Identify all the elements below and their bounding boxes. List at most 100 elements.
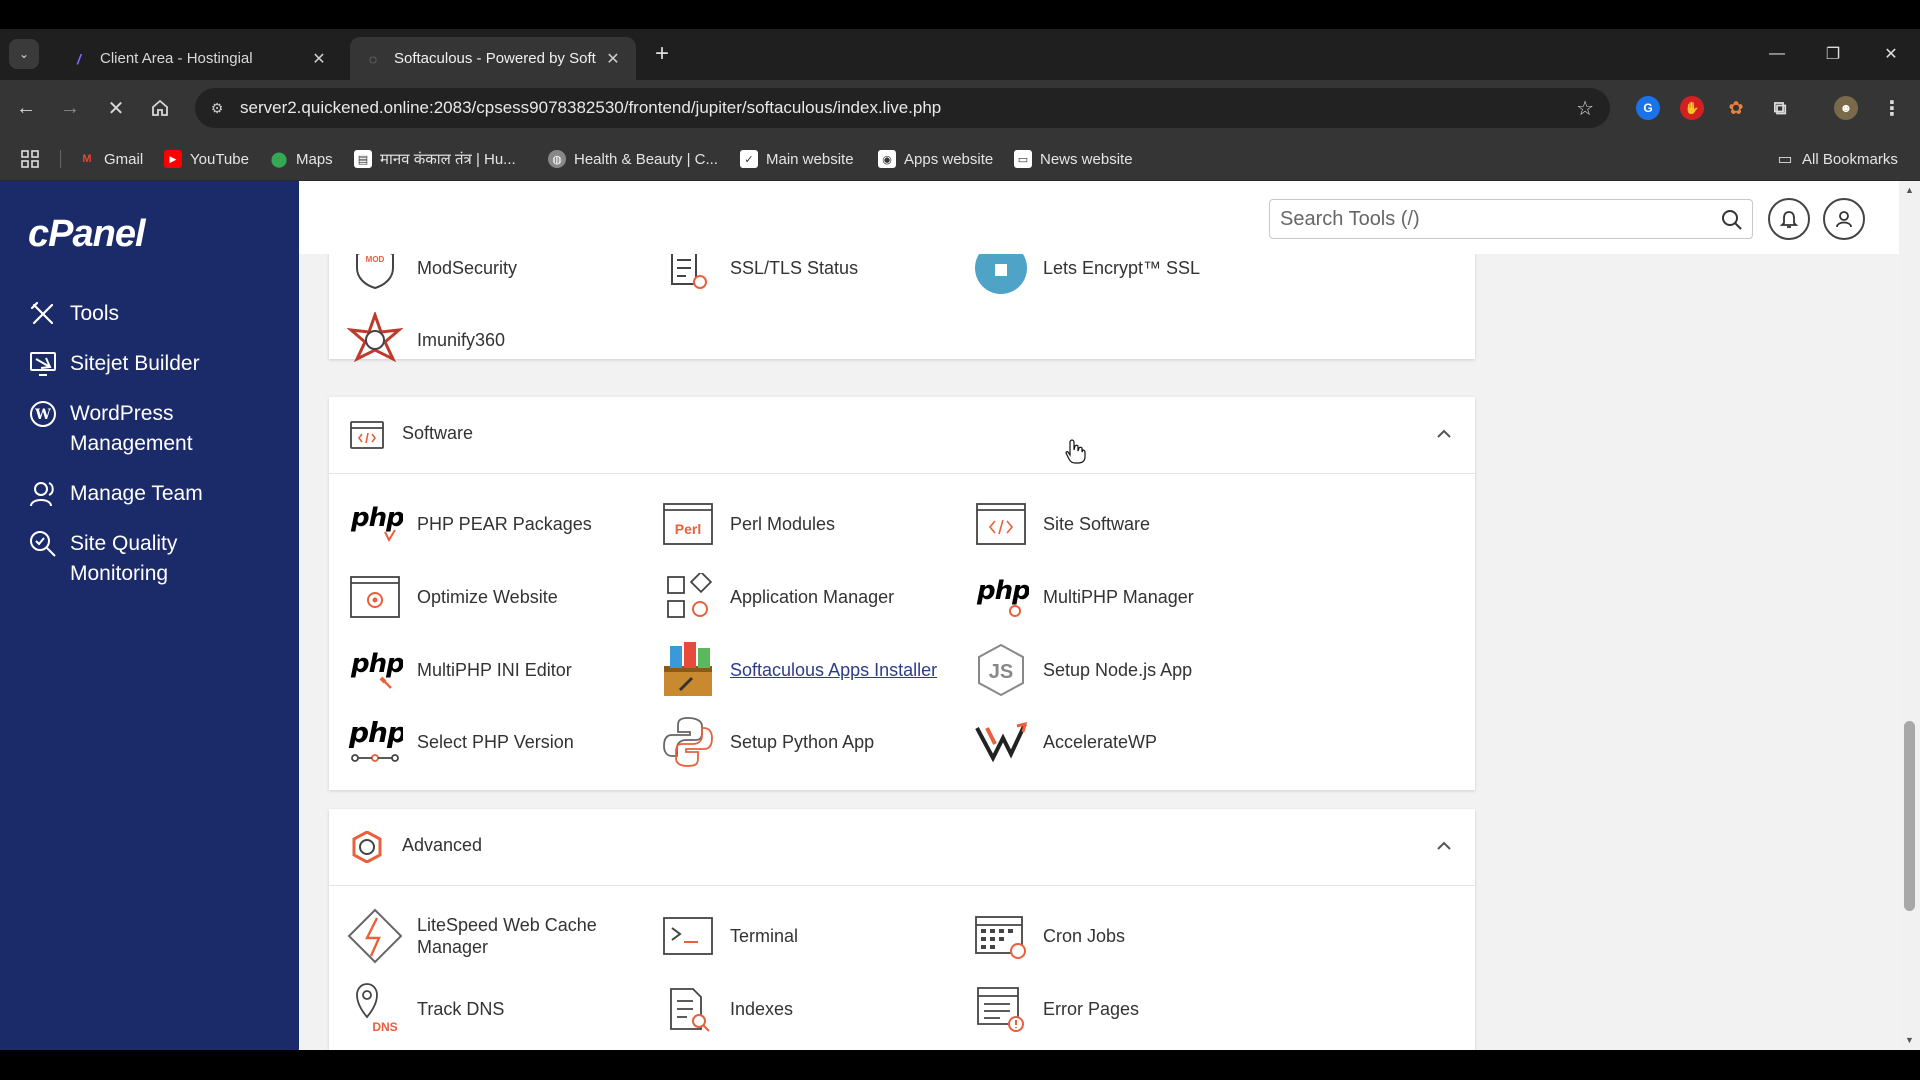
bookmark-health-beauty[interactable]: ◍ Health & Beauty | C... xyxy=(548,148,718,170)
tool-label: ModSecurity xyxy=(417,258,518,278)
tool-litespeed[interactable]: LiteSpeed Web Cache Manager xyxy=(345,905,627,967)
gmail-icon: M xyxy=(82,153,92,165)
new-tab-button[interactable]: + xyxy=(650,42,674,67)
tool-php-pear[interactable]: php PHP PEAR Packages xyxy=(345,493,627,555)
bookmark-main-website[interactable]: ✓ Main website xyxy=(740,148,854,170)
tab-title: Client Area - Hostingial xyxy=(100,50,253,67)
youtube-icon: ▶ xyxy=(164,150,182,168)
bookmark-hindi-page[interactable]: ▤ मानव कंकाल तंत्र | Hu... xyxy=(354,148,516,170)
tool-label: Application Manager xyxy=(730,587,895,607)
advanced-section-header[interactable]: Advanced xyxy=(329,809,1475,886)
tool-site-software[interactable]: Site Software xyxy=(971,493,1253,555)
cpanel-page: cPanel Tools Sitejet Builder W WordPress… xyxy=(0,181,1920,1050)
browser-toolbar: ← → ✕ ⚙ server2.quickened.online:2083/cp… xyxy=(0,80,1920,137)
svg-text:php: php xyxy=(348,716,403,749)
sitejet-icon xyxy=(30,352,56,376)
minimize-icon[interactable]: — xyxy=(1762,39,1792,69)
php-pear-icon: php xyxy=(345,494,405,554)
tool-cron-jobs[interactable]: Cron Jobs xyxy=(971,905,1253,967)
stop-loading-icon[interactable]: ✕ xyxy=(102,94,130,122)
tool-select-php-version[interactable]: php Select PHP Version xyxy=(345,711,627,773)
section-title: Software xyxy=(402,423,474,443)
chevron-up-icon[interactable] xyxy=(1435,837,1453,855)
extensions-puzzle-icon[interactable]: ⧉ xyxy=(1768,96,1792,120)
multiphp-manager-icon: php xyxy=(971,567,1031,627)
team-icon xyxy=(30,482,54,507)
extension-adblock-icon[interactable]: ✋ xyxy=(1680,96,1704,120)
scroll-down-icon[interactable]: ▼ xyxy=(1905,1035,1914,1045)
site-info-icon[interactable]: ⚙ xyxy=(207,98,227,118)
address-bar[interactable]: ⚙ server2.quickened.online:2083/cpsess90… xyxy=(195,88,1610,128)
extension-cookie-icon[interactable]: ✿ xyxy=(1724,96,1748,120)
sidebar-item-sitejet[interactable]: Sitejet Builder xyxy=(28,349,280,379)
search-icon[interactable] xyxy=(1720,208,1744,232)
softaculous-icon xyxy=(658,640,718,700)
page-scrollbar[interactable]: ▲ ▼ xyxy=(1899,181,1920,1050)
tool-application-manager[interactable]: Application Manager xyxy=(658,566,940,628)
tool-optimize-website[interactable]: Optimize Website xyxy=(345,566,627,628)
bookmark-apps-website[interactable]: ◉ Apps website xyxy=(878,148,993,170)
tool-label: Lets Encrypt™ SSL xyxy=(1043,258,1201,278)
profile-avatar[interactable]: ☻ xyxy=(1834,96,1858,120)
bookmark-label: Maps xyxy=(296,150,333,168)
restore-icon[interactable]: ❐ xyxy=(1818,39,1848,69)
tool-acceleratewp[interactable]: AccelerateWP xyxy=(971,711,1253,773)
bookmark-label: Health & Beauty | C... xyxy=(574,150,718,168)
apps-grid-icon[interactable] xyxy=(20,148,40,170)
screen: ⌄ / Client Area - Hostingial ✕ ◌ Softacu… xyxy=(0,0,1920,1080)
bookmark-news-website[interactable]: ▭ News website xyxy=(1014,148,1133,170)
tool-multiphp-manager[interactable]: php MultiPHP Manager xyxy=(971,566,1253,628)
forward-icon[interactable]: → xyxy=(56,94,84,122)
section-title: Advanced xyxy=(402,835,483,855)
tool-indexes[interactable]: Indexes xyxy=(658,978,940,1040)
tool-error-pages[interactable]: Error Pages xyxy=(971,978,1253,1040)
scroll-up-icon[interactable]: ▲ xyxy=(1905,185,1914,195)
bookmark-label: Gmail xyxy=(104,150,144,168)
url-text: server2.quickened.online:2083/cpsess9078… xyxy=(240,98,942,117)
tab-softaculous[interactable]: ◌ Softaculous - Powered by Softa ✕ xyxy=(350,37,636,80)
browser-menu-icon[interactable]: ⋮ xyxy=(1880,96,1904,120)
bookmark-youtube[interactable]: ▶ YouTube xyxy=(164,148,249,170)
sidebar-item-tools[interactable]: Tools xyxy=(28,299,280,329)
tab-close-icon[interactable]: ✕ xyxy=(604,50,622,68)
bookmark-gmail[interactable]: M Gmail xyxy=(78,148,143,170)
bookmark-star-icon[interactable]: ☆ xyxy=(1576,96,1594,121)
tab-search-button[interactable]: ⌄ xyxy=(9,39,39,69)
all-bookmarks[interactable]: ▭ All Bookmarks xyxy=(1776,148,1897,170)
tool-terminal[interactable]: Terminal xyxy=(658,905,940,967)
extension-translate-icon[interactable]: G xyxy=(1636,96,1660,120)
advanced-section-icon xyxy=(352,831,382,863)
back-icon[interactable]: ← xyxy=(12,94,40,122)
notifications-button[interactable] xyxy=(1768,198,1810,240)
home-icon[interactable] xyxy=(146,94,174,122)
tool-track-dns[interactable]: DNS Track DNS xyxy=(345,978,627,1040)
svg-text:MOD: MOD xyxy=(366,255,385,264)
tool-softaculous[interactable]: Softaculous Apps Installer xyxy=(658,639,940,701)
window-close-icon[interactable]: ✕ xyxy=(1876,39,1906,69)
multiphp-ini-icon: php xyxy=(345,640,405,700)
bookmark-label: Main website xyxy=(766,150,854,168)
tool-setup-python[interactable]: Setup Python App xyxy=(658,711,940,773)
sidebar-item-label: Sitejet Builder xyxy=(70,352,200,375)
svg-text:DNS: DNS xyxy=(372,1020,397,1034)
chevron-up-icon[interactable] xyxy=(1435,425,1453,443)
user-menu-button[interactable] xyxy=(1823,198,1865,240)
svg-text:JS: JS xyxy=(989,661,1013,683)
sidebar-item-site-quality[interactable]: Site Quality Monitoring xyxy=(28,529,280,589)
software-section-header[interactable]: Software xyxy=(329,397,1475,474)
tab-close-icon[interactable]: ✕ xyxy=(310,50,328,68)
tool-perl-modules[interactable]: Perl Perl Modules xyxy=(658,493,940,555)
sidebar-item-wordpress[interactable]: W WordPress Management xyxy=(28,399,280,459)
tool-multiphp-ini-editor[interactable]: php MultiPHP INI Editor xyxy=(345,639,627,701)
scrollbar-thumb[interactable] xyxy=(1904,721,1915,911)
search-input[interactable] xyxy=(1270,200,1710,238)
tool-label: Optimize Website xyxy=(417,587,558,607)
cpanel-logo[interactable]: cPanel xyxy=(28,213,146,256)
tool-imunify360[interactable]: Imunify360 xyxy=(345,309,627,371)
search-tools[interactable] xyxy=(1269,199,1753,239)
sidebar-item-manage-team[interactable]: Manage Team xyxy=(28,479,280,509)
tool-setup-nodejs[interactable]: JS Setup Node.js App xyxy=(971,639,1253,701)
svg-text:W: W xyxy=(34,407,51,423)
bookmark-maps[interactable]: ⬤ Maps xyxy=(270,148,333,170)
tab-client-area[interactable]: / Client Area - Hostingial ✕ xyxy=(56,37,342,80)
